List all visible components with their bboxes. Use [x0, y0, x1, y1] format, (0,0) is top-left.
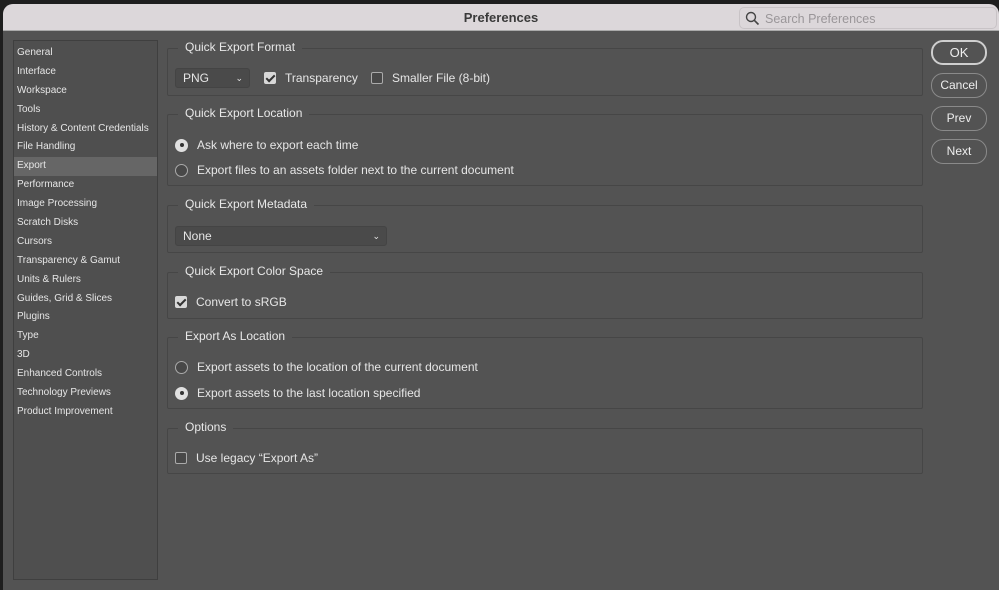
- sidebar-item-enhanced-controls[interactable]: Enhanced Controls: [14, 365, 157, 384]
- convert-srgb-label: Convert to sRGB: [196, 295, 287, 309]
- quick-export-metadata-group: Quick Export Metadata None ⌄: [167, 197, 923, 253]
- title-bar: Preferences Search Preferences: [3, 4, 999, 31]
- quick-export-color-space-group: Quick Export Color Space Convert to sRGB: [167, 264, 923, 319]
- chevron-down-icon: ⌄: [235, 73, 243, 83]
- sidebar-item-export[interactable]: Export: [14, 157, 157, 177]
- metadata-select[interactable]: None ⌄: [175, 226, 387, 246]
- next-button[interactable]: Next: [931, 139, 987, 164]
- radio-ask-where[interactable]: Ask where to export each time: [175, 138, 358, 152]
- ok-button[interactable]: OK: [931, 40, 987, 65]
- checkbox-checked[interactable]: [264, 72, 276, 84]
- radio-label: Export assets to the last location speci…: [197, 386, 421, 400]
- search-input[interactable]: Search Preferences: [739, 7, 997, 29]
- sidebar-item-workspace[interactable]: Workspace: [14, 82, 157, 101]
- transparency-label: Transparency: [285, 71, 358, 85]
- group-label: Options: [178, 420, 234, 434]
- radio-current-document[interactable]: Export assets to the location of the cur…: [175, 360, 478, 374]
- cancel-button[interactable]: Cancel: [931, 73, 987, 98]
- checkbox-unchecked[interactable]: [371, 72, 383, 84]
- checkbox-unchecked[interactable]: [175, 452, 187, 464]
- quick-export-location-group: Quick Export Location Ask where to expor…: [167, 106, 923, 186]
- legacy-export-label: Use legacy “Export As”: [196, 451, 319, 465]
- group-label: Quick Export Metadata: [178, 197, 315, 211]
- sidebar-item-technology-previews[interactable]: Technology Previews: [14, 384, 157, 403]
- radio-selected[interactable]: [175, 386, 188, 400]
- sidebar-item-general[interactable]: General: [14, 44, 157, 63]
- metadata-value: None: [183, 229, 212, 243]
- sidebar-item-transparency-gamut[interactable]: Transparency & Gamut: [14, 252, 157, 271]
- sidebar: General Interface Workspace Tools History & …: [13, 40, 158, 580]
- sidebar-item-plugins[interactable]: Plugins: [14, 308, 157, 327]
- sidebar-item-scratch-disks[interactable]: Scratch Disks: [14, 214, 157, 233]
- options-group: Options Use legacy “Export As”: [167, 420, 923, 474]
- search-placeholder: Search Preferences: [765, 12, 876, 26]
- transparency-checkbox[interactable]: Transparency: [264, 71, 358, 85]
- radio-label: Export assets to the location of the cur…: [197, 360, 478, 374]
- group-label: Quick Export Color Space: [178, 264, 331, 278]
- convert-srgb-checkbox[interactable]: Convert to sRGB: [175, 295, 287, 309]
- radio-label: Export files to an assets folder next to…: [197, 163, 514, 177]
- sidebar-item-history-content-credentials[interactable]: History & Content Credentials: [14, 120, 157, 139]
- sidebar-item-cursors[interactable]: Cursors: [14, 233, 157, 252]
- radio-assets-folder[interactable]: Export files to an assets folder next to…: [175, 163, 514, 177]
- smaller-file-checkbox[interactable]: Smaller File (8-bit): [371, 71, 490, 85]
- group-label: Export As Location: [178, 329, 293, 343]
- format-select[interactable]: PNG ⌄: [175, 68, 250, 88]
- group-label: Quick Export Format: [178, 40, 303, 54]
- sidebar-item-image-processing[interactable]: Image Processing: [14, 195, 157, 214]
- sidebar-item-interface[interactable]: Interface: [14, 63, 157, 82]
- export-as-location-group: Export As Location Export assets to the …: [167, 329, 923, 409]
- search-icon: [745, 11, 760, 26]
- sidebar-item-product-improvement[interactable]: Product Improvement: [14, 403, 157, 422]
- preferences-dialog: Preferences Search Preferences General In…: [3, 4, 999, 590]
- radio-unselected[interactable]: [175, 360, 188, 374]
- radio-label: Ask where to export each time: [197, 138, 359, 152]
- sidebar-item-file-handling[interactable]: File Handling: [14, 138, 157, 157]
- radio-unselected[interactable]: [175, 163, 188, 177]
- sidebar-item-units-rulers[interactable]: Units & Rulers: [14, 271, 157, 290]
- sidebar-item-tools[interactable]: Tools: [14, 101, 157, 120]
- checkbox-checked[interactable]: [175, 296, 187, 308]
- format-value: PNG: [183, 71, 210, 85]
- radio-selected[interactable]: [175, 138, 188, 152]
- legacy-export-as-checkbox[interactable]: Use legacy “Export As”: [175, 451, 318, 465]
- quick-export-format-group: Quick Export Format PNG ⌄ Transparency Sm…: [167, 40, 923, 96]
- sidebar-item-type[interactable]: Type: [14, 327, 157, 346]
- prev-button[interactable]: Prev: [931, 106, 987, 131]
- sidebar-item-3d[interactable]: 3D: [14, 346, 157, 365]
- sidebar-item-performance[interactable]: Performance: [14, 176, 157, 195]
- chevron-down-icon: ⌄: [372, 231, 380, 241]
- radio-last-location[interactable]: Export assets to the last location speci…: [175, 386, 420, 400]
- sidebar-item-guides-grid-slices[interactable]: Guides, Grid & Slices: [14, 290, 157, 309]
- group-label: Quick Export Location: [178, 106, 310, 120]
- smaller-file-label: Smaller File (8-bit): [392, 71, 491, 85]
